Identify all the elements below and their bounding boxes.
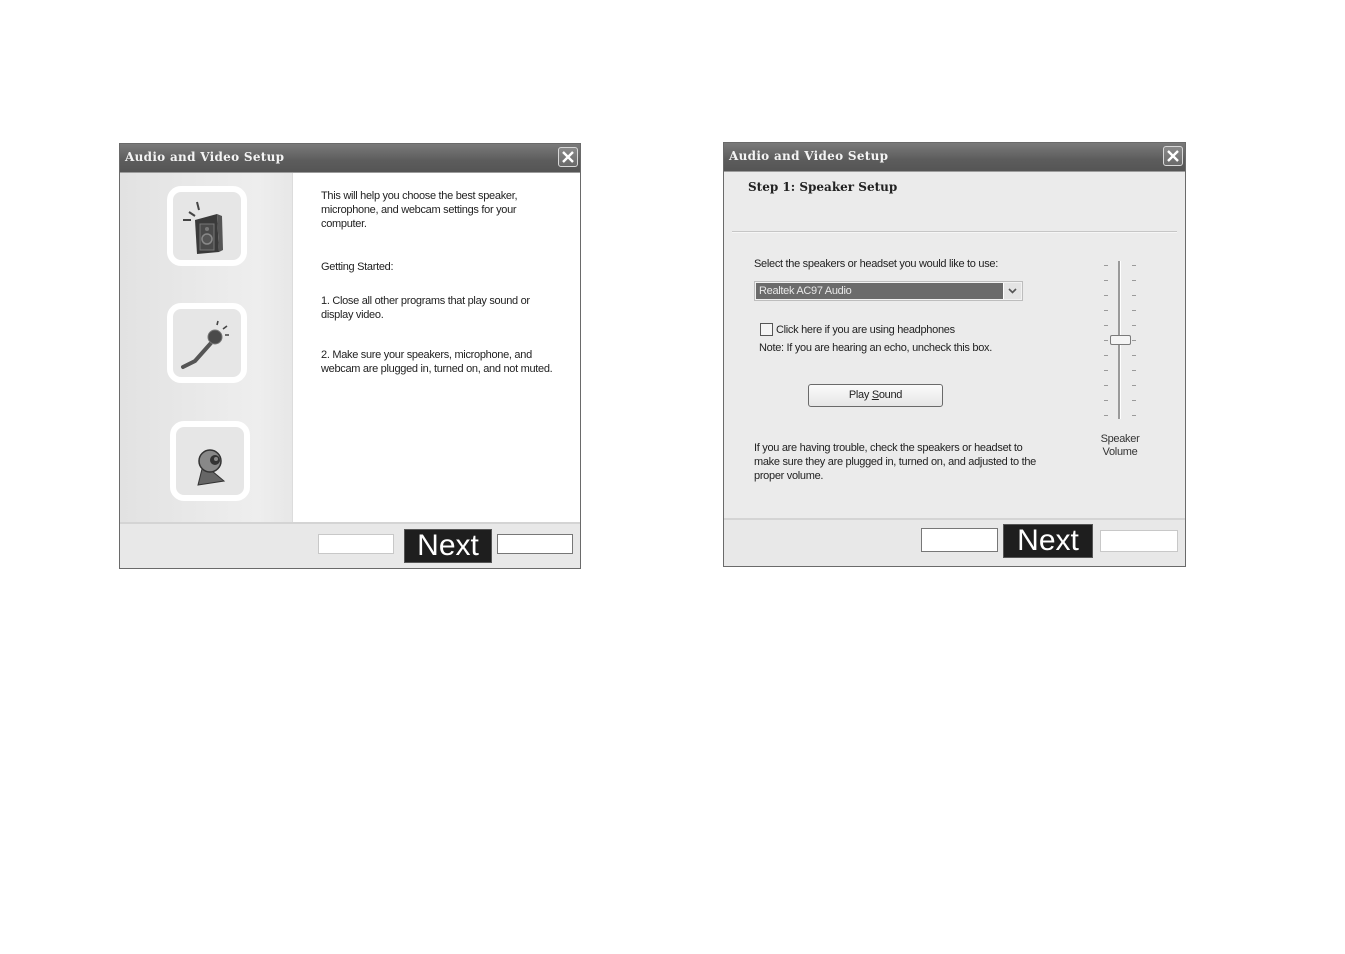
intro-text: This will help you choose the best speak… (321, 190, 518, 230)
slider-tick (1132, 370, 1136, 371)
slider-tick (1132, 280, 1136, 281)
icon-side-panel (120, 173, 293, 524)
instruction-step-2: 2. Make sure your speakers, microphone, … (321, 349, 553, 375)
slider-tick (1132, 340, 1136, 341)
cancel-button[interactable] (1100, 530, 1178, 552)
microphone-tile (167, 303, 247, 383)
close-icon (1167, 150, 1179, 162)
step-title: Step 1: Speaker Setup (748, 180, 898, 194)
title-bar[interactable]: Audio and Video Setup (120, 144, 580, 173)
speaker-volume-label: Speaker Volume (1084, 433, 1156, 459)
close-button[interactable] (558, 147, 578, 167)
select-label: Select the speakers or headset you would… (754, 258, 998, 270)
slider-tick (1104, 385, 1108, 386)
slider-tick (1132, 310, 1136, 311)
slider-tick (1104, 280, 1108, 281)
close-button[interactable] (1163, 146, 1183, 166)
play-sound-label-prefix: Play (848, 389, 872, 401)
slider-tick (1104, 265, 1108, 266)
slider-tick (1104, 310, 1108, 311)
close-icon (562, 151, 574, 163)
echo-note: Note: If you are hearing an echo, unchec… (759, 342, 992, 354)
speaker-device-select[interactable]: Realtek AC97 Audio (754, 281, 1023, 301)
next-button[interactable]: Next (1003, 524, 1093, 558)
title-bar[interactable]: Audio and Video Setup (724, 143, 1185, 172)
slider-tick (1132, 400, 1136, 401)
dialog-footer: Next (120, 522, 580, 568)
slider-tick (1104, 295, 1108, 296)
window-title: Audio and Video Setup (125, 150, 285, 164)
back-button[interactable] (921, 528, 998, 552)
speaker-tile (167, 186, 247, 266)
back-button[interactable] (318, 534, 394, 554)
dialog-footer: Next (724, 518, 1185, 566)
slider-tick (1104, 325, 1108, 326)
slider-tick (1132, 415, 1136, 416)
volume-label-line-2: Volume (1102, 446, 1138, 458)
headphones-checkbox[interactable] (760, 323, 773, 336)
slider-tick (1132, 325, 1136, 326)
getting-started-heading: Getting Started: (321, 261, 394, 273)
volume-label-line-1: Speaker (1100, 433, 1140, 445)
slider-tick (1104, 340, 1108, 341)
troubleshooting-text: If you are having trouble, check the spe… (754, 442, 1036, 482)
webcam-icon (197, 449, 226, 486)
slider-tick (1104, 370, 1108, 371)
cancel-button[interactable] (497, 534, 573, 554)
play-sound-label-suffix: ound (878, 389, 903, 401)
next-button[interactable]: Next (404, 529, 492, 563)
microphone-icon (181, 320, 229, 369)
setup-welcome-dialog: Audio and Video Setup This will help you… (119, 143, 581, 569)
chevron-down-icon (1008, 288, 1017, 294)
dropdown-button[interactable] (1003, 283, 1021, 299)
webcam-tile (170, 421, 250, 501)
slider-tick (1132, 265, 1136, 266)
welcome-content: This will help you choose the best speak… (293, 173, 580, 524)
slider-tick (1132, 385, 1136, 386)
select-value: Realtek AC97 Audio (756, 283, 1003, 299)
slider-tick (1104, 415, 1108, 416)
window-title: Audio and Video Setup (729, 149, 889, 163)
slider-tick (1132, 355, 1136, 356)
speaker-icon (183, 201, 223, 254)
slider-tick (1104, 355, 1108, 356)
slider-tick (1132, 295, 1136, 296)
header-divider (732, 231, 1177, 233)
headphones-checkbox-label[interactable]: Click here if you are using headphones (776, 323, 1036, 337)
instruction-step-1: 1. Close all other programs that play so… (321, 295, 530, 321)
play-sound-accelerator: S (871, 389, 879, 401)
play-sound-button[interactable]: Play Sound (808, 384, 943, 407)
slider-thumb[interactable] (1110, 335, 1131, 345)
speaker-setup-dialog: Audio and Video Setup Step 1: Speaker Se… (723, 142, 1186, 567)
slider-tick (1104, 400, 1108, 401)
